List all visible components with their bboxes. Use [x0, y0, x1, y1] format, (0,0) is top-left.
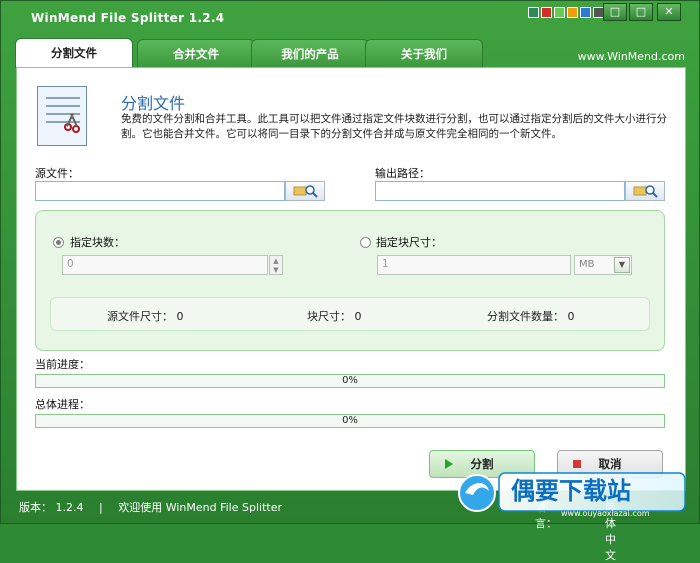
source-browse-button[interactable]: [285, 181, 325, 201]
current-progress-bar: 0%: [35, 374, 665, 388]
version-text: 版本： 1.2.4: [19, 501, 84, 514]
total-progress-label: 总体进程：: [35, 398, 90, 411]
status-bar: 版本： 1.2.4 | 欢迎使用 WinMend File Splitter 语…: [19, 499, 616, 562]
theme-red-swatch[interactable]: [541, 7, 552, 18]
tab-split-file[interactable]: 分割文件: [15, 38, 133, 68]
spin-down-icon: ▼: [273, 265, 279, 274]
theme-green-swatch[interactable]: [528, 7, 539, 18]
window-title: WinMend File Splitter 1.2.4: [31, 11, 225, 25]
website-link[interactable]: www.WinMend.com: [578, 50, 685, 63]
section-title: 分割文件: [121, 94, 186, 113]
chevron-down-icon: ▼: [614, 257, 630, 273]
restore-icon: □: [635, 5, 647, 18]
total-progress-bar: 0%: [35, 414, 665, 428]
current-progress-value: 0%: [342, 375, 358, 386]
split-count-input[interactable]: 0: [62, 255, 268, 275]
content-panel: 分割文件 免费的文件分割和合并工具。此工具可以把文件通过指定文件块数进行分割，也…: [16, 67, 686, 491]
folder-search-icon: [293, 185, 318, 198]
tab-our-products[interactable]: 我们的产品: [251, 39, 369, 67]
tab-merge-file[interactable]: 合并文件: [137, 39, 255, 67]
total-progress-value: 0%: [342, 415, 358, 426]
current-progress-label: 当前进度：: [35, 358, 90, 371]
split-by-size-radio[interactable]: [360, 237, 371, 248]
split-count-spinner[interactable]: ▲ ▼: [269, 255, 283, 275]
output-browse-button[interactable]: [625, 181, 665, 201]
spin-up-icon: ▲: [273, 256, 279, 265]
theme-blue-swatch[interactable]: [580, 7, 591, 18]
play-icon: [445, 459, 453, 469]
section-description: 免费的文件分割和合并工具。此工具可以把文件通过指定文件块数进行分割，也可以通过指…: [121, 113, 667, 140]
source-file-label: 源文件：: [35, 167, 79, 180]
close-button[interactable]: ✕: [657, 3, 681, 21]
block-size-input[interactable]: 1: [377, 255, 571, 275]
minimize-button[interactable]: □: [603, 3, 627, 21]
folder-search-icon: [633, 185, 658, 198]
file-info-bar: 源文件尺寸： 0 块尺寸： 0 分割文件数量： 0: [50, 297, 650, 331]
size-unit-value: MB: [579, 259, 595, 270]
output-path-input[interactable]: [375, 181, 625, 201]
tab-about-us[interactable]: 关于我们: [365, 39, 483, 67]
close-icon: ✕: [664, 5, 674, 18]
theme-green2-swatch[interactable]: [554, 7, 565, 18]
split-options-panel: 指定块数： 0 ▲ ▼ 指定块尺寸： 1 MB ▼ 源文件尺寸： 0 块尺寸： …: [35, 210, 665, 351]
split-count-text: 分割文件数量： 0: [487, 310, 575, 323]
main-window: WinMend File Splitter 1.2.4 □ □ ✕ 分割文件 合…: [0, 0, 700, 562]
source-file-input[interactable]: [35, 181, 285, 201]
restore-button[interactable]: □: [629, 3, 653, 21]
output-path-label: 输出路径：: [375, 167, 430, 180]
theme-orange-swatch[interactable]: [567, 7, 578, 18]
svg-text:偶要下载站: 偶要下载站: [511, 477, 631, 505]
status-divider: |: [99, 501, 103, 514]
watermark: 偶要下载站 www.ouyaoxiazai.com: [453, 471, 691, 519]
site-logo: 偶要下载站 www.ouyaoxiazai.com: [458, 472, 686, 518]
split-by-count-radio[interactable]: [53, 237, 64, 248]
welcome-text: 欢迎使用 WinMend File Splitter: [118, 501, 282, 514]
title-bar: WinMend File Splitter 1.2.4 □ □ ✕: [1, 1, 700, 35]
minimize-icon: □: [609, 5, 621, 18]
block-size-text: 块尺寸： 0: [307, 310, 362, 323]
split-by-size-label: 指定块尺寸：: [376, 236, 442, 249]
split-by-count-label: 指定块数：: [70, 236, 125, 249]
size-unit-select[interactable]: MB ▼: [574, 255, 632, 275]
svg-text:www.ouyaoxiazai.com: www.ouyaoxiazai.com: [561, 509, 650, 518]
stop-icon: [573, 460, 581, 468]
source-size-text: 源文件尺寸： 0: [107, 310, 184, 323]
file-split-icon: [37, 86, 87, 146]
